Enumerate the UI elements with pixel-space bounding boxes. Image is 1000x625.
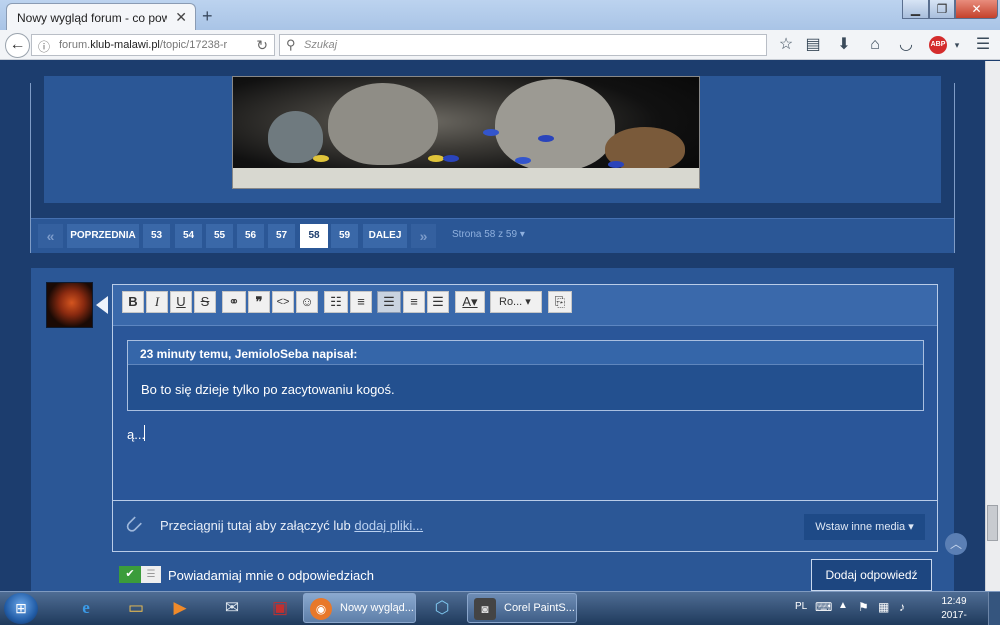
code-icon[interactable]: <>	[272, 291, 294, 313]
save-app-icon[interactable]: ▣	[258, 593, 302, 623]
align-left-icon[interactable]: ☰	[377, 291, 401, 313]
next-page-button[interactable]: DALEJ	[363, 224, 407, 248]
reload-icon[interactable]: ↻	[256, 37, 268, 54]
corel-paintshop-icon: ◙	[474, 598, 496, 620]
taskbar-corel[interactable]: ◙ Corel PaintS...	[467, 593, 577, 623]
search-placeholder: Szukaj	[304, 39, 338, 51]
page-53-button[interactable]: 53	[143, 224, 170, 248]
attachment-text: Przeciągnij tutaj aby załączyć lub dodaj…	[160, 518, 424, 533]
page-58-current[interactable]: 58	[300, 224, 328, 248]
reading-list-icon[interactable]: ▤	[802, 34, 824, 56]
start-button[interactable]: ⊞	[4, 593, 38, 624]
quote-icon[interactable]: ❞	[248, 291, 270, 313]
font-color-icon[interactable]: A▾	[455, 291, 485, 313]
new-tab-icon[interactable]: +	[202, 7, 213, 25]
site-info-icon[interactable]: ⓘ	[38, 38, 50, 55]
internet-explorer-icon[interactable]: e	[64, 593, 108, 623]
show-desktop-button[interactable]	[988, 592, 1000, 625]
media-player-icon[interactable]: ▶	[158, 593, 202, 623]
preview-icon[interactable]: ⎘	[548, 291, 572, 313]
back-button[interactable]: ←	[5, 33, 30, 58]
bookmark-star-icon[interactable]: ☆	[775, 34, 797, 56]
search-bar[interactable]: ⚲ Szukaj	[279, 34, 767, 56]
action-center-flag-icon[interactable]: ⚑	[858, 600, 869, 614]
font-family-select[interactable]: Ro... ▾	[490, 291, 542, 313]
taskbar-clock[interactable]: 12:49 2017-02-18	[934, 595, 974, 625]
page-55-button[interactable]: 55	[206, 224, 233, 248]
submit-reply-button[interactable]: Dodaj odpowiedź	[811, 559, 932, 591]
virtualbox-icon[interactable]: ⬡	[420, 593, 464, 623]
clock-time: 12:49	[941, 596, 967, 607]
editor-pointer	[96, 296, 108, 314]
downloads-icon[interactable]: ⬇	[833, 34, 855, 56]
bold-button[interactable]: B	[122, 291, 144, 313]
window-maximize-button[interactable]: ❐	[929, 0, 955, 19]
network-icon[interactable]: ▦	[878, 600, 889, 614]
text-caret	[144, 425, 145, 441]
page-jump-dropdown[interactable]: Strona 58 z 59 ▾	[452, 229, 525, 240]
scrollbar-thumb[interactable]	[987, 505, 998, 541]
window-minimize-button[interactable]: ▁	[902, 0, 929, 19]
italic-button[interactable]: I	[146, 291, 168, 313]
notify-label: Powiadamiaj mnie o odpowiedziach	[168, 568, 374, 583]
add-files-link[interactable]: dodaj pliki...	[354, 518, 423, 533]
tab-title: Nowy wygląd forum - co powi...	[17, 11, 167, 25]
browser-tab[interactable]: Nowy wygląd forum - co powi... ✕	[6, 3, 196, 31]
page-54-button[interactable]: 54	[175, 224, 202, 248]
page-57-button[interactable]: 57	[268, 224, 295, 248]
emoticon-icon[interactable]: ☺	[296, 291, 318, 313]
align-center-icon[interactable]: ≡	[403, 291, 425, 313]
pocket-icon[interactable]: ◡	[895, 34, 917, 56]
mail-icon[interactable]: ✉	[210, 593, 254, 623]
strikethrough-button[interactable]: S	[194, 291, 216, 313]
url-text: forum.klub-malawi.pl/topic/17238-r	[59, 39, 228, 51]
search-icon: ⚲	[286, 37, 296, 52]
home-icon[interactable]: ⌂	[864, 34, 886, 56]
quote-text: Bo to się dzieje tylko po zacytowaniu ko…	[141, 382, 395, 397]
menu-hamburger-icon[interactable]: ☰	[972, 34, 994, 56]
notify-toggle[interactable]: ✔ ☰	[119, 566, 161, 583]
last-page-button[interactable]: »	[411, 224, 436, 248]
firefox-task-label: Nowy wygląd...	[340, 602, 414, 614]
first-page-button[interactable]: «	[38, 224, 63, 248]
toggle-off-icon: ☰	[141, 566, 161, 583]
language-indicator[interactable]: PL	[795, 601, 807, 612]
volume-icon[interactable]: ♪	[899, 600, 905, 614]
link-icon[interactable]: ⚭	[222, 291, 246, 313]
underline-button[interactable]: U	[170, 291, 192, 313]
quote-header: 23 minuty temu, JemioloSeba napisał:	[128, 341, 923, 365]
file-explorer-icon[interactable]: ▭	[114, 593, 158, 623]
clock-date: 2017-02-18	[941, 610, 967, 625]
aquarium-photo	[232, 76, 700, 189]
prev-page-button[interactable]: POPRZEDNIA	[67, 224, 139, 248]
avatar[interactable]	[46, 282, 93, 328]
tray-expand-icon[interactable]: ▲	[838, 600, 848, 611]
firefox-icon: ◉	[310, 598, 332, 620]
page-59-button[interactable]: 59	[331, 224, 358, 248]
adblock-menu-chevron-icon[interactable]: ▾	[946, 34, 968, 56]
window-close-button[interactable]: ✕	[955, 0, 998, 19]
scroll-to-top-icon[interactable]: ︿	[945, 533, 967, 555]
url-bar[interactable]: ⓘ forum.klub-malawi.pl/topic/17238-r ↻	[31, 34, 275, 56]
bullet-list-icon[interactable]: ☷	[324, 291, 348, 313]
page-56-button[interactable]: 56	[237, 224, 264, 248]
taskbar-firefox[interactable]: ◉ Nowy wygląd...	[303, 593, 416, 623]
keyboard-icon[interactable]: ⌨	[815, 600, 832, 614]
tab-close-icon[interactable]: ✕	[175, 9, 187, 26]
numbered-list-icon[interactable]: ≡	[350, 291, 372, 313]
other-media-button[interactable]: Wstaw inne media ▾	[804, 514, 925, 540]
corel-task-label: Corel PaintS...	[504, 602, 575, 614]
align-right-icon[interactable]: ☰	[427, 291, 449, 313]
check-icon: ✔	[119, 566, 141, 583]
adblock-icon[interactable]: ABP	[929, 36, 947, 54]
typed-text: ą...	[127, 427, 146, 442]
